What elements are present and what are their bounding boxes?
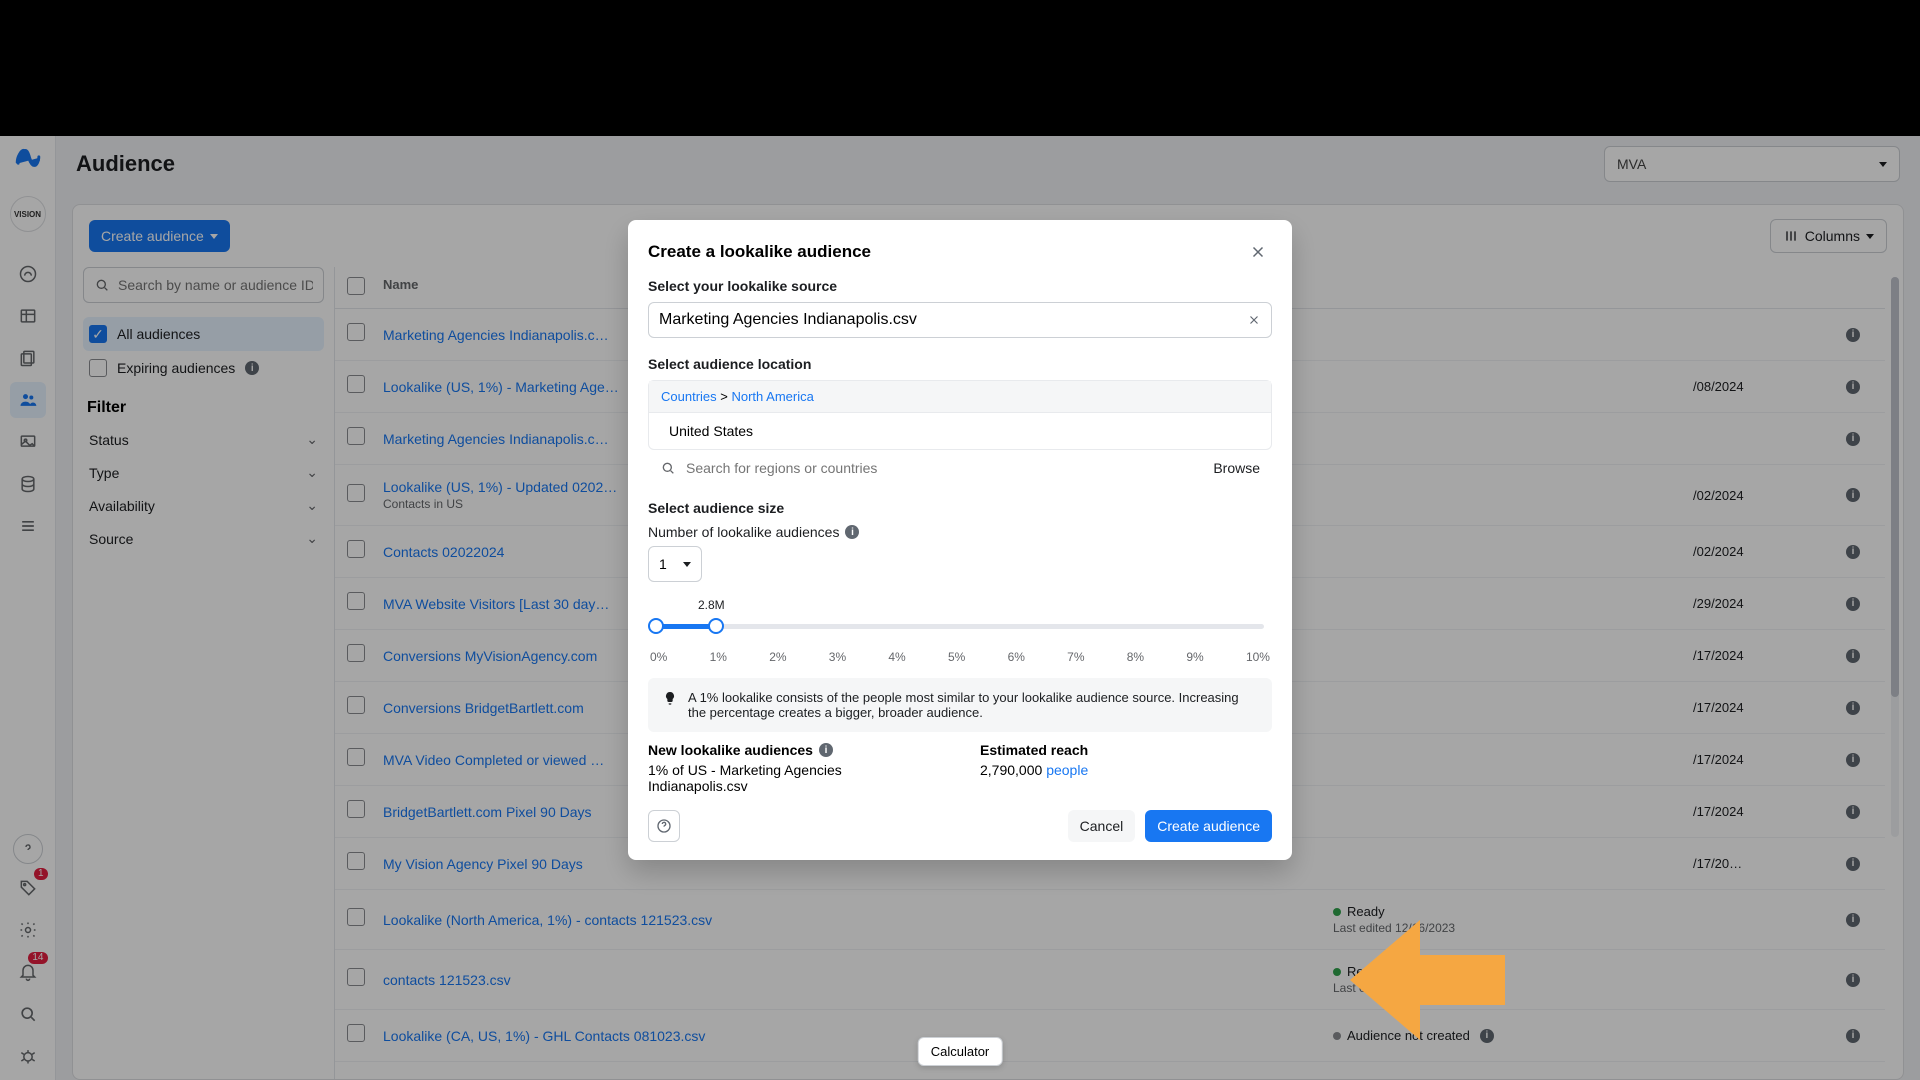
num-audiences-select[interactable]: 1 <box>648 546 702 582</box>
note-text: A 1% lookalike consists of the people mo… <box>688 690 1258 720</box>
region-search-input[interactable] <box>686 460 1203 476</box>
location-label: Select audience location <box>648 356 1272 372</box>
heading-text: New lookalike audiences <box>648 742 813 758</box>
tick: 0% <box>650 650 667 664</box>
selected-country[interactable]: United States <box>649 413 1271 449</box>
info-icon[interactable]: i <box>819 743 833 757</box>
tick: 6% <box>1008 650 1025 664</box>
cancel-label: Cancel <box>1080 818 1124 834</box>
tick: 2% <box>769 650 786 664</box>
create-lookalike-dialog: Create a lookalike audience Select your … <box>628 220 1292 860</box>
reach-tooltip: 2.8M <box>698 598 725 612</box>
reach-people-link[interactable]: people <box>1046 762 1088 778</box>
tick: 3% <box>829 650 846 664</box>
letterbox-top <box>0 0 1920 136</box>
create-audience-submit[interactable]: Create audience <box>1145 810 1272 842</box>
dialog-footer: Cancel Create audience <box>628 810 1292 860</box>
lightbulb-icon <box>662 690 678 720</box>
slider-handle-end[interactable] <box>708 618 724 634</box>
location-box: Countries > North America United States <box>648 380 1272 450</box>
tick: 4% <box>888 650 905 664</box>
tick: 5% <box>948 650 965 664</box>
tick: 7% <box>1067 650 1084 664</box>
cancel-button[interactable]: Cancel <box>1068 810 1136 842</box>
source-input[interactable]: Marketing Agencies Indianapolis.csv <box>648 302 1272 338</box>
tick: 8% <box>1127 650 1144 664</box>
size-label: Select audience size <box>648 500 1272 516</box>
num-label-text: Number of lookalike audiences <box>648 524 839 540</box>
close-button[interactable] <box>1244 238 1272 266</box>
search-icon <box>660 460 676 476</box>
source-value: Marketing Agencies Indianapolis.csv <box>659 311 917 329</box>
tick: 9% <box>1186 650 1203 664</box>
new-audiences-heading: New lookalike audiences i <box>648 742 940 758</box>
slider-ticks: 0% 1% 2% 3% 4% 5% 6% 7% 8% 9% 10% <box>648 650 1272 664</box>
info-icon[interactable]: i <box>845 525 859 539</box>
slider-handle-start[interactable] <box>648 618 664 634</box>
region-search: Browse <box>648 450 1272 486</box>
chevron-down-icon <box>683 562 691 567</box>
help-button[interactable] <box>648 810 680 842</box>
modal-overlay: Create a lookalike audience Select your … <box>0 136 1920 1080</box>
close-icon <box>1249 243 1267 261</box>
tick: 10% <box>1246 650 1270 664</box>
location-breadcrumb: Countries > North America <box>649 381 1271 413</box>
size-slider[interactable]: 2.8M <box>648 600 1272 646</box>
create-label: Create audience <box>1157 818 1260 834</box>
source-label: Select your lookalike source <box>648 278 1272 294</box>
size-note: A 1% lookalike consists of the people mo… <box>648 678 1272 732</box>
calculator-tooltip: Calculator <box>918 1037 1003 1066</box>
crumb-countries[interactable]: Countries <box>661 389 717 404</box>
reach-heading: Estimated reach <box>980 742 1272 758</box>
crumb-north-america[interactable]: North America <box>731 389 813 404</box>
slider-track <box>656 624 1264 629</box>
new-audiences-value: 1% of US - Marketing Agencies Indianapol… <box>648 762 940 794</box>
tick: 1% <box>710 650 727 664</box>
summary-columns: New lookalike audiences i 1% of US - Mar… <box>648 742 1272 794</box>
num-value: 1 <box>659 556 667 572</box>
dialog-header: Create a lookalike audience <box>648 238 1272 266</box>
clear-source-button[interactable] <box>1247 313 1261 327</box>
dialog-title: Create a lookalike audience <box>648 242 871 262</box>
num-audiences-label: Number of lookalike audiences i <box>648 524 1272 540</box>
browse-button[interactable]: Browse <box>1213 460 1260 476</box>
reach-value: 2,790,000 people <box>980 762 1272 778</box>
close-icon <box>1247 313 1261 327</box>
reach-number: 2,790,000 <box>980 762 1042 778</box>
help-icon <box>656 818 672 834</box>
